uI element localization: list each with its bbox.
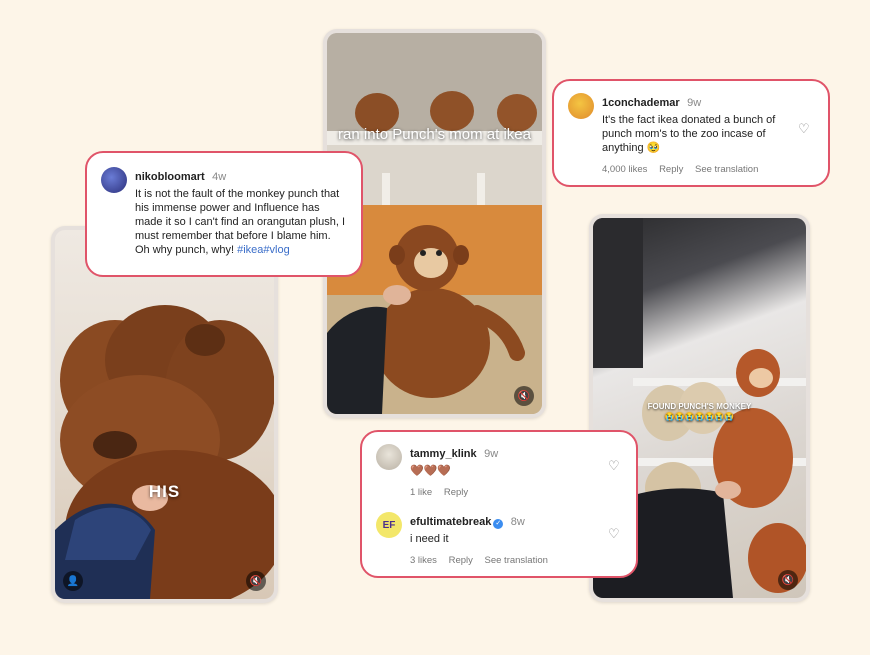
comment-time: 4w <box>212 171 227 183</box>
video-caption: ran into Punch's mom at ikea <box>338 126 531 143</box>
caption-text: FOUND PUNCH'S MONKEY <box>647 402 752 411</box>
see-translation-link[interactable]: See translation <box>695 164 758 175</box>
user-icon[interactable]: 👤 <box>63 571 83 591</box>
avatar[interactable]: EF <box>376 512 402 538</box>
hashtag-link[interactable]: #ikea#vlog <box>237 244 290 256</box>
comment-text: It is not the fault of the monkey punch … <box>135 187 347 257</box>
comment-time: 9w <box>484 448 499 460</box>
likes-count[interactable]: 3 likes <box>410 555 437 566</box>
comment-text: i need it <box>410 533 449 545</box>
comment-time: 8w <box>510 516 525 528</box>
like-heart-icon[interactable]: ♡ <box>608 460 622 474</box>
video-card-left[interactable]: HIS 👤 🔇 <box>51 226 278 603</box>
comment-username[interactable]: nikobloomart <box>135 171 205 183</box>
comment-bubble-thread: tammy_klink 9w 🤎🤎🤎 1 like Reply ♡ EF efu… <box>360 430 638 578</box>
comment: EF efultimatebreak ✓ 8w i need it 3 likes… <box>362 498 636 566</box>
reply-button[interactable]: Reply <box>659 164 683 175</box>
comment-bubble-concha: 1conchademar 9w It's the fact ikea donat… <box>552 79 830 187</box>
like-heart-icon[interactable]: ♡ <box>798 123 812 137</box>
see-translation-link[interactable]: See translation <box>485 555 548 566</box>
comment-meta: 4,000 likes Reply See translation <box>602 164 786 175</box>
likes-count[interactable]: 4,000 likes <box>602 164 647 175</box>
comment: 1conchademar 9w It's the fact ikea donat… <box>554 81 828 175</box>
comment-meta: 1 like Reply <box>410 487 622 498</box>
likes-count[interactable]: 1 like <box>410 487 432 498</box>
avatar[interactable] <box>568 93 594 119</box>
caption-emojis: 😭😭😭😭😭😭😭 <box>664 412 735 421</box>
reply-button[interactable]: Reply <box>444 487 468 498</box>
avatar[interactable] <box>101 167 127 193</box>
comment: nikobloomart 4w It is not the fault of t… <box>87 153 361 257</box>
collage-canvas: { "phones": { "left": { "caption": "HIS"… <box>0 0 870 655</box>
video-caption: FOUND PUNCH'S MONKEY 😭😭😭😭😭😭😭 <box>593 402 806 422</box>
comment-bubble-niko: nikobloomart 4w It is not the fault of t… <box>85 151 363 277</box>
video-frame-left: HIS 👤 🔇 <box>55 230 274 599</box>
avatar[interactable] <box>376 444 402 470</box>
comment-time: 9w <box>687 97 702 109</box>
comment-username[interactable]: efultimatebreak <box>410 516 491 528</box>
comment-username[interactable]: tammy_klink <box>410 448 477 460</box>
comment: tammy_klink 9w 🤎🤎🤎 1 like Reply ♡ <box>362 432 636 498</box>
like-heart-icon[interactable]: ♡ <box>608 528 622 542</box>
video-caption: HIS <box>148 482 181 501</box>
reply-button[interactable]: Reply <box>449 555 473 566</box>
teddy-bears-image <box>55 305 274 599</box>
mute-icon[interactable]: 🔇 <box>778 570 798 590</box>
mute-icon[interactable]: 🔇 <box>246 571 266 591</box>
comment-username[interactable]: 1conchademar <box>602 97 680 109</box>
comment-text: It's the fact ikea donated a bunch of pu… <box>602 114 776 154</box>
mute-icon[interactable]: 🔇 <box>514 386 534 406</box>
comment-meta: 3 likes Reply See translation <box>410 555 622 566</box>
verified-badge-icon: ✓ <box>493 519 504 529</box>
comment-text: 🤎🤎🤎 <box>410 465 452 477</box>
